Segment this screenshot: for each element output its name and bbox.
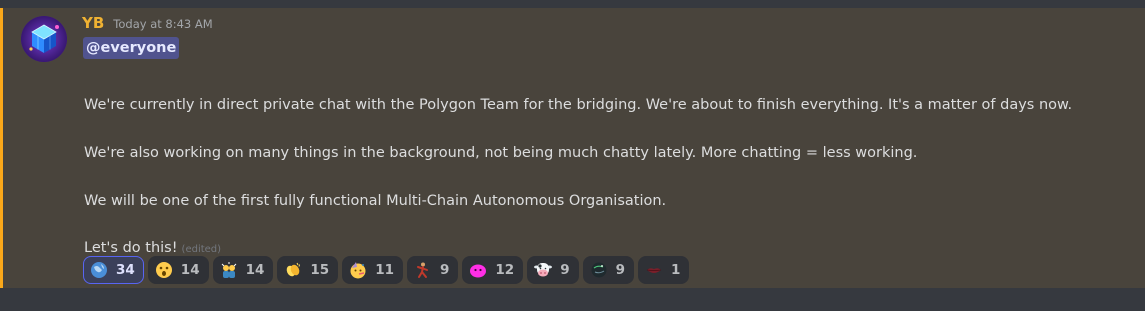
reaction-count: 11 [375,262,394,278]
reaction-party-people[interactable]: 14 [212,256,274,284]
reaction-clapping-hands[interactable]: 15 [277,256,339,284]
cube-logo-icon [21,16,67,62]
everyone-mention[interactable]: @everyone [83,37,180,59]
reaction-pink-blob[interactable]: 12 [462,256,524,284]
dancing-figure-emoji-icon [416,262,428,278]
message-line: We will be one of the first fully functi… [84,193,667,209]
reactions-bar: 34 14 14 15 11 9 12 9 9 1 [83,256,690,284]
astonished-face-emoji-icon [155,262,172,278]
edited-label: (edited) [181,244,222,255]
message-line: Let's do this! [84,240,178,256]
message-line: We're currently in direct private chat w… [84,97,1073,113]
party-popper-people-emoji-icon [221,262,236,278]
dark-orb-emoji-icon [591,262,607,278]
globe-emoji-icon [91,262,107,278]
reaction-count: 9 [439,262,450,278]
reaction-partying-face[interactable]: 11 [342,256,403,284]
partying-face-emoji-icon [350,262,366,279]
message-divider-area [0,288,1145,311]
clapping-hands-emoji-icon [287,262,301,277]
reaction-dancing-figure[interactable]: 9 [406,256,459,284]
chat-message: YB Today at 8:43 AM @everyone We're curr… [0,8,1145,288]
reaction-astonished-face[interactable]: 14 [147,256,209,284]
reaction-cow-face[interactable]: 9 [527,256,579,284]
pink-blob-emoji-icon [470,264,487,278]
message-line: We're also working on many things in the… [84,145,918,161]
cow-face-emoji-icon [534,263,553,277]
reaction-count: 14 [180,262,200,278]
reaction-count: 34 [116,262,135,278]
reaction-count: 9 [615,262,625,278]
username[interactable]: YB [82,14,104,32]
reaction-globe[interactable]: 34 [83,256,144,284]
reaction-count: 15 [310,262,330,278]
reaction-count: 14 [245,262,265,278]
message-header: YB Today at 8:43 AM [82,14,213,36]
reaction-count: 9 [560,262,570,278]
reaction-red-lips[interactable]: 1 [638,256,690,284]
timestamp: Today at 8:43 AM [113,17,213,31]
reaction-dark-orb[interactable]: 9 [582,256,634,284]
reaction-count: 12 [495,262,515,278]
user-avatar[interactable] [21,16,67,62]
reaction-count: 1 [671,262,681,278]
red-lips-emoji-icon [646,268,662,273]
